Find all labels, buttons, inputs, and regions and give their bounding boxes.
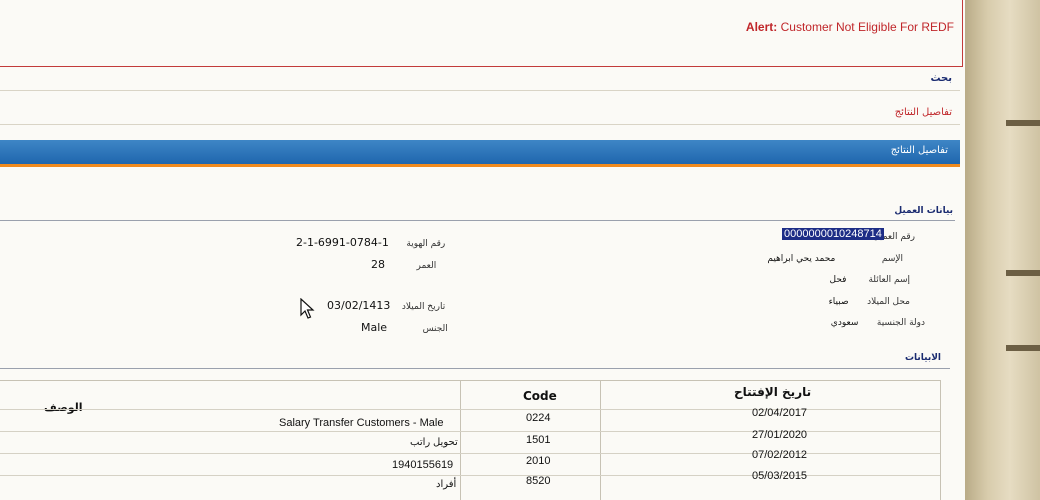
background-shelf: [1006, 270, 1040, 276]
cell-code: 0224: [526, 412, 551, 424]
alert-label: Alert:: [745, 20, 778, 34]
column-header-open-date[interactable]: تاريخ الإفتتاح: [734, 385, 811, 399]
customer-id-value[interactable]: 0000000010248714: [782, 228, 884, 240]
monitor-bezel: [965, 0, 1040, 500]
cell-description: Salary Transfer Customers - Male: [279, 417, 444, 429]
field-value: 28: [371, 258, 385, 271]
search-section-link[interactable]: بحث: [0, 68, 960, 91]
field-label: إسم العائلة: [868, 275, 910, 285]
background-shelf: [1006, 120, 1040, 126]
birth-place-field: محل الميلاد صبياء: [829, 294, 910, 307]
field-label: محل الميلاد: [867, 297, 910, 307]
field-label: العمر: [416, 261, 437, 271]
alert-message: Alert: Customer Not Eligible For REDF: [746, 20, 954, 34]
cell-open-date: 05/03/2015: [752, 470, 808, 482]
products-table: تاريخ الإفتتاح Code الوصف 02/04/2017 022…: [0, 380, 941, 500]
field-value: Male: [361, 321, 388, 334]
cell-description: تحويل راتب: [410, 437, 458, 448]
field-label: تاريخ الميلاد: [401, 302, 446, 312]
gender-field: Male الجنس: [361, 321, 448, 334]
column-divider: [460, 381, 461, 500]
cell-code: 1501: [526, 434, 551, 446]
mouse-pointer-icon: [300, 298, 315, 319]
column-divider: [600, 381, 601, 500]
field-label: الجنس: [422, 324, 448, 334]
cell-code: 8520: [526, 475, 551, 487]
alert-panel: Alert: Customer Not Eligible For REDF: [0, 0, 963, 67]
field-value: صبياء: [828, 297, 849, 307]
cell-code: 2010: [526, 455, 551, 467]
browser-screen: Alert: Customer Not Eligible For REDF بح…: [0, 0, 965, 500]
cell-description: أفراد: [436, 479, 457, 490]
field-label: الإسم: [881, 254, 903, 264]
cell-description: 1940155619: [392, 459, 454, 471]
nationality-field: دولة الجنسية سعودي: [831, 315, 925, 328]
family-name-field: إسم العائلة فحل: [830, 272, 910, 285]
field-label: رقم الهوية: [406, 239, 446, 249]
field-label: دولة الجنسية: [876, 318, 925, 328]
background-shelf: [1006, 345, 1040, 351]
national-id-field: 2-1-6991-0784-1 رقم الهوية: [296, 236, 445, 249]
results-details-label: تفاصيل النتائج: [894, 107, 952, 118]
field-value: 03/02/1413: [327, 299, 391, 312]
birth-date-field: 03/02/1413 تاريخ الميلاد: [327, 299, 445, 312]
customer-name-field: الإسم محمد يحي ابراهيم: [767, 251, 903, 264]
column-header-code[interactable]: Code: [523, 389, 557, 403]
cell-open-date: 02/04/2017: [752, 407, 808, 419]
section-divider: [0, 368, 950, 369]
field-value: فحل: [829, 275, 847, 285]
results-details-link[interactable]: تفاصيل النتائج: [0, 102, 960, 125]
field-value: سعودي: [830, 318, 859, 328]
column-header-description[interactable]: الوصف: [44, 401, 83, 414]
results-header-bar: تفاصيل النتائج: [0, 140, 960, 167]
cell-open-date: 27/01/2020: [752, 429, 808, 441]
search-label: بحث: [930, 73, 952, 84]
customer-section-title: بيانات العميل: [894, 206, 953, 216]
age-field: 28 العمر: [371, 258, 436, 271]
section-divider: [0, 220, 955, 221]
products-section-title: الابيانات: [904, 353, 941, 363]
alert-text: Customer Not Eligible For REDF: [780, 20, 954, 34]
field-value: 2-1-6991-0784-1: [296, 236, 389, 249]
field-value: محمد يحي ابراهيم: [767, 254, 836, 264]
results-header-title: تفاصيل النتائج: [890, 145, 948, 156]
cell-open-date: 07/02/2012: [752, 449, 808, 461]
